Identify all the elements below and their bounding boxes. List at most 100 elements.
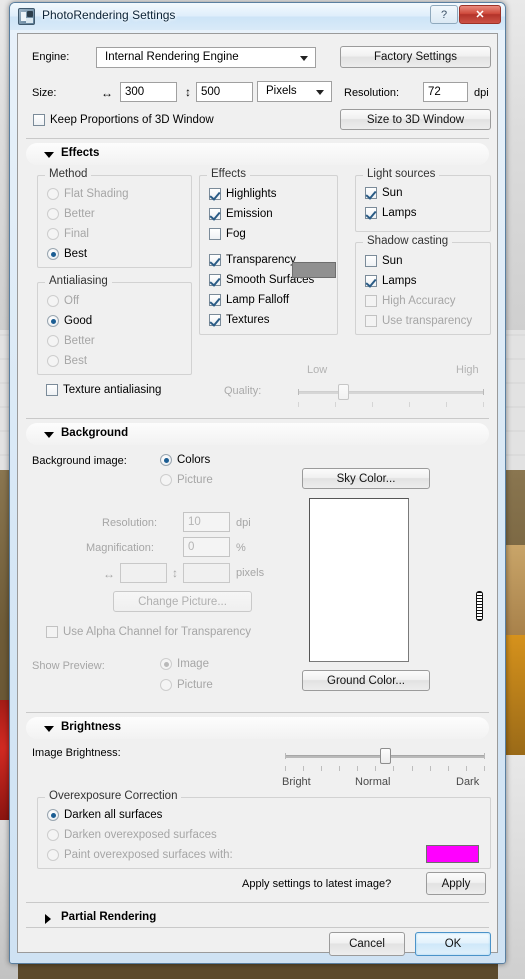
option-label: Use Alpha Channel for Transparency [63, 626, 251, 638]
bg-magnification-input[interactable] [183, 537, 230, 557]
factory-settings-button[interactable]: Factory Settings [340, 46, 491, 68]
bg-resolution-input[interactable] [183, 512, 230, 532]
option-label: Fog [226, 228, 246, 240]
bg-pixels-height-input[interactable] [183, 563, 230, 583]
antialiasing-option-off[interactable]: Off [47, 295, 79, 307]
option-label: Good [64, 315, 93, 327]
keep-proportions-checkbox[interactable]: Keep Proportions of 3D Window [33, 114, 214, 126]
method-option-better[interactable]: Better [47, 208, 95, 220]
photorendering-settings-dialog: PhotoRendering Settings ? ✕ Engine: Inte… [9, 2, 506, 964]
shadow-sun-checkbox[interactable]: Sun [365, 255, 402, 267]
chevron-down-icon [300, 56, 308, 61]
antialiasing-option-good[interactable]: Good [47, 315, 92, 327]
light-source-lamps-checkbox[interactable]: Lamps [365, 207, 417, 219]
effect-highlights-checkbox[interactable]: Highlights [209, 188, 277, 200]
light-source-sun-checkbox[interactable]: Sun [365, 187, 402, 199]
effects-section-header[interactable]: Effects [26, 138, 489, 165]
radio-circle [47, 355, 59, 367]
overexposure-paint-color-swatch[interactable] [426, 845, 479, 863]
units-combobox[interactable]: Pixels [257, 81, 332, 102]
brightness-normal-label: Normal [355, 776, 391, 788]
brightness-bright-label: Bright [282, 776, 311, 788]
overexposure-darken-all-radio[interactable]: Darken all surfaces [47, 809, 162, 821]
window-controls: ? ✕ [430, 5, 501, 24]
help-button[interactable]: ? [430, 5, 458, 24]
bg-pixels-width-input[interactable] [120, 563, 167, 583]
checkbox-box [209, 314, 221, 326]
keep-proportions-label: Keep Proportions of 3D Window [50, 114, 214, 126]
option-label: Highlights [226, 188, 277, 200]
size-label: Size: [32, 87, 57, 99]
method-option-flat-shading[interactable]: Flat Shading [47, 188, 129, 200]
radio-circle [160, 658, 172, 670]
option-label: Use transparency [382, 315, 473, 327]
shadow-use-transparency-checkbox[interactable]: Use transparency [365, 315, 472, 327]
background-section-header[interactable]: Background [26, 418, 489, 445]
option-label: Darken overexposed surfaces [64, 829, 217, 841]
ground-color-button[interactable]: Ground Color... [302, 670, 430, 691]
shadow-high-accuracy-checkbox[interactable]: High Accuracy [365, 295, 456, 307]
engine-combobox[interactable]: Internal Rendering Engine [96, 47, 316, 68]
radio-circle [47, 315, 59, 327]
shadow-lamps-checkbox[interactable]: Lamps [365, 275, 417, 287]
method-option-best[interactable]: Best [47, 248, 87, 260]
overexposure-darken-overexposed-radio[interactable]: Darken overexposed surfaces [47, 829, 217, 841]
show-preview-picture-radio[interactable]: Picture [160, 679, 213, 691]
change-picture-button[interactable]: Change Picture... [113, 591, 252, 612]
method-group: Method Flat Shading Better Final Best [37, 168, 192, 268]
sky-color-button[interactable]: Sky Color... [302, 468, 430, 489]
size-to-3d-window-button[interactable]: Size to 3D Window [340, 109, 491, 130]
background-mode-picture-radio[interactable]: Picture [160, 474, 213, 486]
checkbox-box [46, 626, 58, 638]
title-bar[interactable]: PhotoRendering Settings ? ✕ [10, 3, 505, 30]
option-label: Lamp Falloff [226, 294, 290, 306]
bg-magnification-label: Magnification: [86, 542, 154, 554]
use-alpha-channel-checkbox[interactable]: Use Alpha Channel for Transparency [46, 626, 251, 638]
cancel-button[interactable]: Cancel [329, 932, 405, 956]
method-option-final[interactable]: Final [47, 228, 89, 240]
antialiasing-option-best[interactable]: Best [47, 355, 87, 367]
antialiasing-option-better[interactable]: Better [47, 335, 95, 347]
show-preview-image-radio[interactable]: Image [160, 658, 209, 670]
slider-thumb[interactable] [338, 384, 349, 400]
antialiasing-group: Antialiasing Off Good Better Best [37, 275, 192, 375]
radio-circle [47, 248, 59, 260]
effect-fog-checkbox[interactable]: Fog [209, 228, 246, 240]
slider-thumb[interactable] [380, 748, 391, 764]
effect-lamp-falloff-checkbox[interactable]: Lamp Falloff [209, 294, 289, 306]
checkbox-box [365, 255, 377, 267]
apply-question-label: Apply settings to latest image? [242, 878, 392, 890]
show-preview-label: Show Preview: [32, 660, 105, 672]
splitter-grip-handle[interactable] [476, 591, 483, 621]
fog-color-swatch[interactable] [292, 262, 336, 278]
option-label: High Accuracy [382, 295, 456, 307]
shadow-casting-group: Shadow casting Sun Lamps High Accuracy U… [355, 235, 491, 335]
quality-slider-ticks [298, 402, 484, 407]
image-brightness-label: Image Brightness: [32, 747, 121, 759]
bg-resolution-unit: dpi [236, 517, 251, 529]
brightness-section-header[interactable]: Brightness [26, 712, 489, 739]
partial-rendering-section-header[interactable]: Partial Rendering [26, 902, 489, 929]
width-input[interactable] [120, 82, 177, 102]
option-label: Best [64, 355, 88, 367]
overexposure-paint-radio[interactable]: Paint overexposed surfaces with: [47, 849, 233, 861]
texture-antialiasing-checkbox[interactable]: Texture antialiasing [46, 384, 161, 396]
ok-button[interactable]: OK [415, 932, 491, 956]
resolution-input[interactable] [423, 82, 468, 102]
method-caption: Method [45, 168, 92, 180]
option-label: Sun [382, 255, 403, 267]
background-mode-colors-radio[interactable]: Colors [160, 454, 210, 466]
close-button[interactable]: ✕ [459, 5, 501, 24]
resolution-label: Resolution: [344, 87, 400, 99]
option-label: Darken all surfaces [64, 809, 163, 821]
effect-transparency-checkbox[interactable]: Transparency [209, 254, 296, 266]
horizontal-arrow-icon: ↔ [103, 567, 115, 581]
height-input[interactable] [196, 82, 253, 102]
texture-antialiasing-label: Texture antialiasing [63, 384, 162, 396]
effect-emission-checkbox[interactable]: Emission [209, 208, 273, 220]
horizontal-arrow-icon: ↔ [101, 86, 113, 100]
apply-button[interactable]: Apply [426, 872, 486, 895]
option-label: Final [64, 228, 89, 240]
effect-textures-checkbox[interactable]: Textures [209, 314, 269, 326]
dialog-client-area: Engine: Internal Rendering Engine Factor… [17, 33, 498, 956]
